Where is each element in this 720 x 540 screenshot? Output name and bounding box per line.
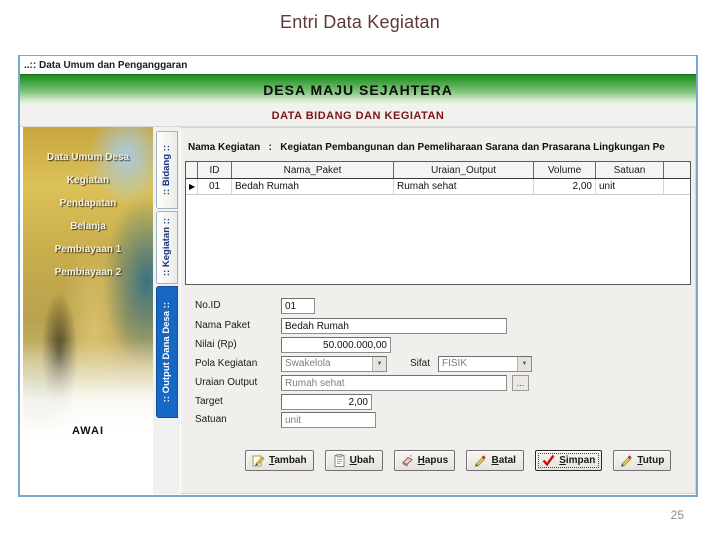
- no-id-label: No.ID: [195, 300, 221, 311]
- cancel-icon: [475, 455, 487, 467]
- sidebar-home-button[interactable]: AWAI: [23, 425, 153, 437]
- nilai-field[interactable]: [281, 337, 391, 353]
- cell-filler: [664, 179, 690, 194]
- delete-icon: [401, 454, 413, 467]
- target-field[interactable]: [281, 394, 372, 410]
- table-row[interactable]: ▶ 01 Bedah Rumah Rumah sehat 2,00 unit: [186, 179, 690, 195]
- slide-page-number: 25: [670, 508, 684, 522]
- org-banner: DESA MAJU SEJAHTERA: [20, 74, 696, 105]
- form-row-nilai: Nilai (Rp): [181, 337, 695, 353]
- sidebar-menu: Data Umum Desa Kegiatan Pendapatan Belan…: [23, 151, 153, 289]
- tab-bidang[interactable]: :: Bidang ::: [155, 131, 178, 209]
- form-row-target: Target: [181, 394, 695, 410]
- uraian-output-label: Uraian Output: [195, 377, 258, 388]
- grid-header-row: ID Nama_Paket Uraian_Output Volume Satua…: [186, 162, 690, 179]
- tutup-button[interactable]: Tutup: [613, 450, 672, 471]
- grid-header-selector: [186, 162, 198, 178]
- sifat-label: Sifat: [410, 358, 431, 369]
- browse-button[interactable]: ...: [512, 375, 529, 391]
- section-header: DATA BIDANG DAN KEGIATAN: [20, 105, 696, 127]
- close-icon: [621, 455, 632, 467]
- row-selector-cell: ▶: [186, 179, 198, 194]
- pola-kegiatan-value: Swakelola: [285, 358, 331, 369]
- sifat-dropdown[interactable]: FISIK ▼: [438, 356, 532, 372]
- sifat-value: FISIK: [442, 358, 468, 369]
- section-header-text: DATA BIDANG DAN KEGIATAN: [271, 109, 445, 122]
- edit-icon: [334, 454, 344, 467]
- sidebar-item-pendapatan[interactable]: Pendapatan: [23, 197, 153, 210]
- form-row-nama-paket: Nama Paket: [181, 318, 695, 334]
- sidebar-item-pembiayaan-1[interactable]: Pembiayaan 1: [23, 243, 153, 256]
- save-icon: [542, 454, 555, 467]
- sidebar-item-kegiatan[interactable]: Kegiatan: [23, 174, 153, 187]
- add-icon: [252, 455, 265, 467]
- sidebar-item-data-umum-desa[interactable]: Data Umum Desa: [23, 151, 153, 164]
- hapus-button[interactable]: Hapus: [393, 450, 456, 471]
- tab-kegiatan-label: :: Kegiatan ::: [161, 218, 172, 277]
- nilai-label: Nilai (Rp): [195, 339, 237, 350]
- tambah-button[interactable]: Tambah: [245, 450, 314, 471]
- pola-kegiatan-dropdown[interactable]: Swakelola ▼: [281, 356, 387, 372]
- grid-header-nama-paket[interactable]: Nama_Paket: [232, 162, 394, 178]
- grid-header-satuan[interactable]: Satuan: [596, 162, 664, 178]
- window-titlebar[interactable]: ..:: Data Umum dan Penganggaran: [20, 56, 696, 74]
- grid-header-id[interactable]: ID: [198, 162, 232, 178]
- cell-uraian-output: Rumah sehat: [394, 179, 534, 194]
- tab-kegiatan[interactable]: :: Kegiatan ::: [155, 211, 178, 284]
- main-panel: Nama Kegiatan : Kegiatan Pembangunan dan…: [180, 127, 696, 494]
- batal-button[interactable]: Batal: [466, 450, 525, 471]
- activity-name-line: Nama Kegiatan : Kegiatan Pembangunan dan…: [188, 142, 693, 153]
- uraian-output-field[interactable]: [281, 375, 507, 391]
- batal-button-label: Batal: [491, 455, 516, 466]
- data-grid[interactable]: ID Nama_Paket Uraian_Output Volume Satua…: [185, 161, 691, 285]
- sidebar-item-pembiayaan-2[interactable]: Pembiayaan 2: [23, 266, 153, 279]
- form-row-pola-sifat: Pola Kegiatan Swakelola ▼ Sifat FISIK ▼: [181, 356, 695, 372]
- hapus-button-label: Hapus: [417, 455, 449, 466]
- activity-name-label: Nama Kegiatan: [188, 142, 261, 153]
- sidebar-item-belanja[interactable]: Belanja: [23, 220, 153, 233]
- cell-nama-paket: Bedah Rumah: [232, 179, 394, 194]
- target-label: Target: [195, 396, 223, 407]
- window-content: Data Umum Desa Kegiatan Pendapatan Belan…: [20, 127, 696, 494]
- grid-header-volume[interactable]: Volume: [534, 162, 596, 178]
- tutup-button-label: Tutup: [637, 455, 665, 466]
- pola-kegiatan-label: Pola Kegiatan: [195, 358, 258, 369]
- tab-output-dana-desa-label: :: Output Dana Desa ::: [161, 301, 172, 403]
- page-title: Entri Data Kegiatan: [280, 12, 440, 32]
- tab-bidang-label: :: Bidang ::: [161, 144, 172, 196]
- button-toolbar: Tambah Ubah Hapus Batal Simpan Tutup: [245, 450, 672, 471]
- vertical-tabstrip: :: Bidang :: :: Kegiatan :: :: Output Da…: [153, 127, 180, 494]
- form-row-no-id: No.ID: [181, 298, 695, 314]
- ubah-button-label: Ubah: [349, 455, 375, 466]
- form-row-satuan: Satuan: [181, 412, 695, 428]
- activity-name-separator: :: [268, 142, 272, 153]
- cell-volume: 2,00: [534, 179, 596, 194]
- cell-id: 01: [198, 179, 232, 194]
- chevron-down-icon[interactable]: ▼: [517, 357, 531, 371]
- sidebar: Data Umum Desa Kegiatan Pendapatan Belan…: [23, 127, 153, 494]
- slide: Entri Data Kegiatan ..:: Data Umum dan P…: [0, 0, 720, 540]
- ubah-button[interactable]: Ubah: [324, 450, 383, 471]
- form-row-uraian-output: Uraian Output ...: [181, 375, 695, 391]
- nama-paket-field[interactable]: [281, 318, 507, 334]
- org-banner-text: DESA MAJU SEJAHTERA: [263, 82, 453, 98]
- satuan-label: Satuan: [195, 414, 227, 425]
- grid-header-uraian-output[interactable]: Uraian_Output: [394, 162, 534, 178]
- simpan-button[interactable]: Simpan: [535, 450, 603, 471]
- cell-satuan: unit: [596, 179, 664, 194]
- simpan-button-label: Simpan: [559, 455, 596, 466]
- grid-header-filler: [664, 162, 690, 178]
- satuan-field[interactable]: [281, 412, 376, 428]
- tambah-button-label: Tambah: [269, 455, 307, 466]
- nama-paket-label: Nama Paket: [195, 320, 251, 331]
- no-id-field[interactable]: [281, 298, 315, 314]
- activity-name-value: Kegiatan Pembangunan dan Pemeliharaan Sa…: [280, 142, 665, 153]
- tab-output-dana-desa[interactable]: :: Output Dana Desa ::: [155, 286, 178, 418]
- app-window: ..:: Data Umum dan Penganggaran DESA MAJ…: [18, 55, 698, 497]
- chevron-down-icon[interactable]: ▼: [372, 357, 386, 371]
- row-selector-icon: ▶: [189, 181, 196, 191]
- window-title-text: ..:: Data Umum dan Penganggaran: [24, 59, 188, 71]
